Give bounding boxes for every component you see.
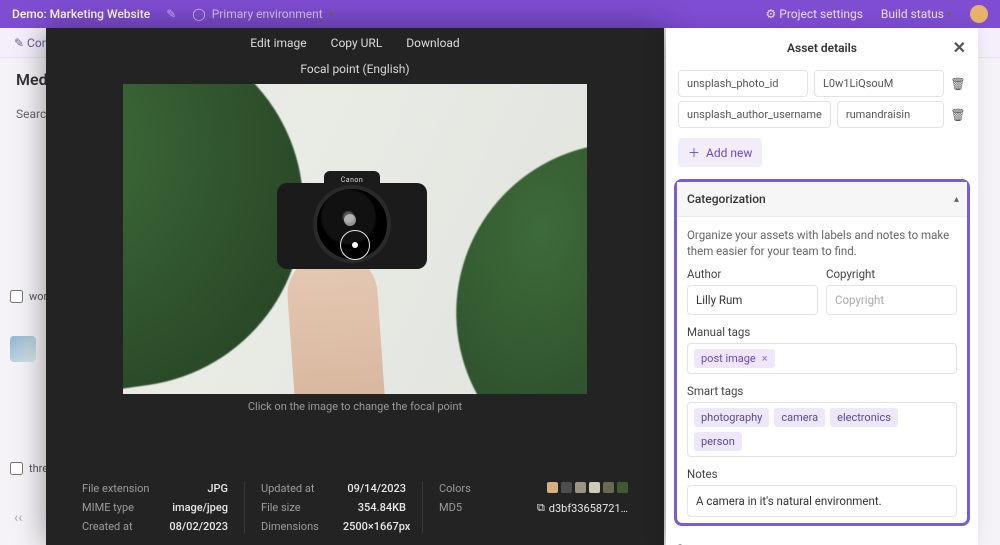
smart-tags-label: Smart tags [677,374,967,402]
environment-label: Primary environment [212,7,323,21]
custom-field-value[interactable]: rumandraisin [837,101,944,128]
color-swatch [561,482,572,493]
color-swatch [617,482,628,493]
meta-val: d3bf33658721… [549,502,628,515]
leaf-decoration [429,116,587,394]
globe-icon: ◯ [192,7,205,21]
meta-val: 354.84KB [358,501,406,514]
color-swatch [603,482,614,493]
project-name[interactable]: Demo: Marketing Website [12,7,150,21]
meta-val: 09/14/2023 [347,482,406,495]
focal-point-hint: Click on the image to change the focal p… [46,400,664,413]
edit-icon[interactable]: ✎ [166,7,176,21]
custom-field-key[interactable]: unsplash_author_username [678,101,831,128]
manual-tags-label: Manual tags [677,315,967,343]
trash-icon[interactable]: 🗑 [950,77,966,91]
edit-icon: ✎ [14,36,24,50]
smart-tags-box: photography camera electronics person [687,402,957,457]
meta-key: Dimensions [261,520,319,533]
asset-viewer: Edit image Copy URL Download Focal point… [46,28,664,545]
meta-key: File extension [82,482,150,495]
manual-tag[interactable]: post image× [694,349,775,368]
smart-tag: person [694,432,742,451]
copyright-label: Copyright [826,267,957,281]
avatar[interactable] [970,5,988,23]
thumb-1[interactable] [10,336,36,362]
meta-key: Updated at [261,482,314,495]
add-new-label: Add new [706,146,752,160]
asset-details-panel: Asset details ✕ unsplash_photo_id L0w1Li… [666,28,978,545]
build-status-label: Build status [881,7,944,21]
download-button[interactable]: Download [406,36,459,50]
meta-val: image/jpeg [172,501,228,514]
build-status-link[interactable]: Build status [881,7,952,21]
color-swatch [575,482,586,493]
add-new-button[interactable]: ＋ Add new [678,138,762,167]
copy-icon: ⧉ [537,501,545,515]
categorization-section: Categorization Organize your assets with… [674,179,970,526]
details-header: Asset details ✕ [666,28,978,68]
top-bar: Demo: Marketing Website ✎ ◯ Primary envi… [0,0,1000,28]
meta-key: MD5 [439,501,462,515]
hand-decoration [285,251,387,394]
meta-val: 2500×1667px [343,520,411,533]
smart-tag: electronics [830,408,898,427]
categorization-title: Categorization [687,192,766,206]
remove-tag-icon[interactable]: × [762,352,768,365]
thumb-checkbox-2[interactable] [10,462,23,475]
project-settings-label: Project settings [779,7,863,21]
color-swatch [547,482,558,493]
notes-input[interactable]: A camera in it's natural environment. [687,485,957,517]
creator-header[interactable]: Creator [666,532,978,545]
asset-meta: File extension JPG MIME type image/jpeg Cr… [46,470,664,545]
manual-tags-input[interactable]: post image× [687,343,957,374]
color-swatch [589,482,600,493]
chevron-up-icon [954,194,959,205]
author-input[interactable]: Lilly Rum [687,285,818,315]
categorization-header[interactable]: Categorization [677,182,967,217]
smart-tag: camera [774,408,825,427]
meta-key: Colors [439,482,471,495]
color-swatches [547,482,628,495]
plus-icon: ＋ [688,144,700,161]
meta-key: File size [261,501,301,514]
gear-icon: ⚙ [766,7,777,21]
notes-label: Notes [677,457,967,485]
meta-val: 08/02/2023 [169,520,228,533]
chevron-down-icon [329,9,334,20]
environment-selector[interactable]: ◯ Primary environment [192,7,333,21]
copyright-input[interactable]: Copyright [826,285,957,315]
close-icon[interactable]: ✕ [953,38,966,57]
copy-url-button[interactable]: Copy URL [331,36,383,50]
author-label: Author [687,267,818,281]
focal-point-title: Focal point (English) [46,62,664,76]
details-title: Asset details [787,41,857,55]
focal-point-marker[interactable] [340,230,370,260]
top-bar-right: ⚙ Project settings Build status [766,5,989,23]
thumb-checkbox-1[interactable] [10,290,23,303]
viewer-toolbar: Edit image Copy URL Download [46,28,664,58]
meta-key: MIME type [82,501,134,514]
smart-tag: photography [694,408,769,427]
custom-field-value[interactable]: L0w1LiQsouM [814,70,944,97]
project-settings-link[interactable]: ⚙ Project settings [766,7,863,21]
custom-field-key[interactable]: unsplash_photo_id [678,70,808,97]
chevron-down-icon [947,10,952,21]
meta-key: Created at [82,520,133,533]
meta-val: JPG [207,482,228,495]
edit-image-button[interactable]: Edit image [250,36,306,50]
copy-md5[interactable]: ⧉ d3bf33658721… [537,501,628,515]
trash-icon[interactable]: 🗑 [950,108,966,122]
custom-field-row: unsplash_photo_id L0w1LiQsouM 🗑 [666,68,978,99]
categorization-desc: Organize your assets with labels and not… [677,217,967,267]
asset-image[interactable] [123,84,587,394]
custom-field-row: unsplash_author_username rumandraisin 🗑 [666,99,978,130]
